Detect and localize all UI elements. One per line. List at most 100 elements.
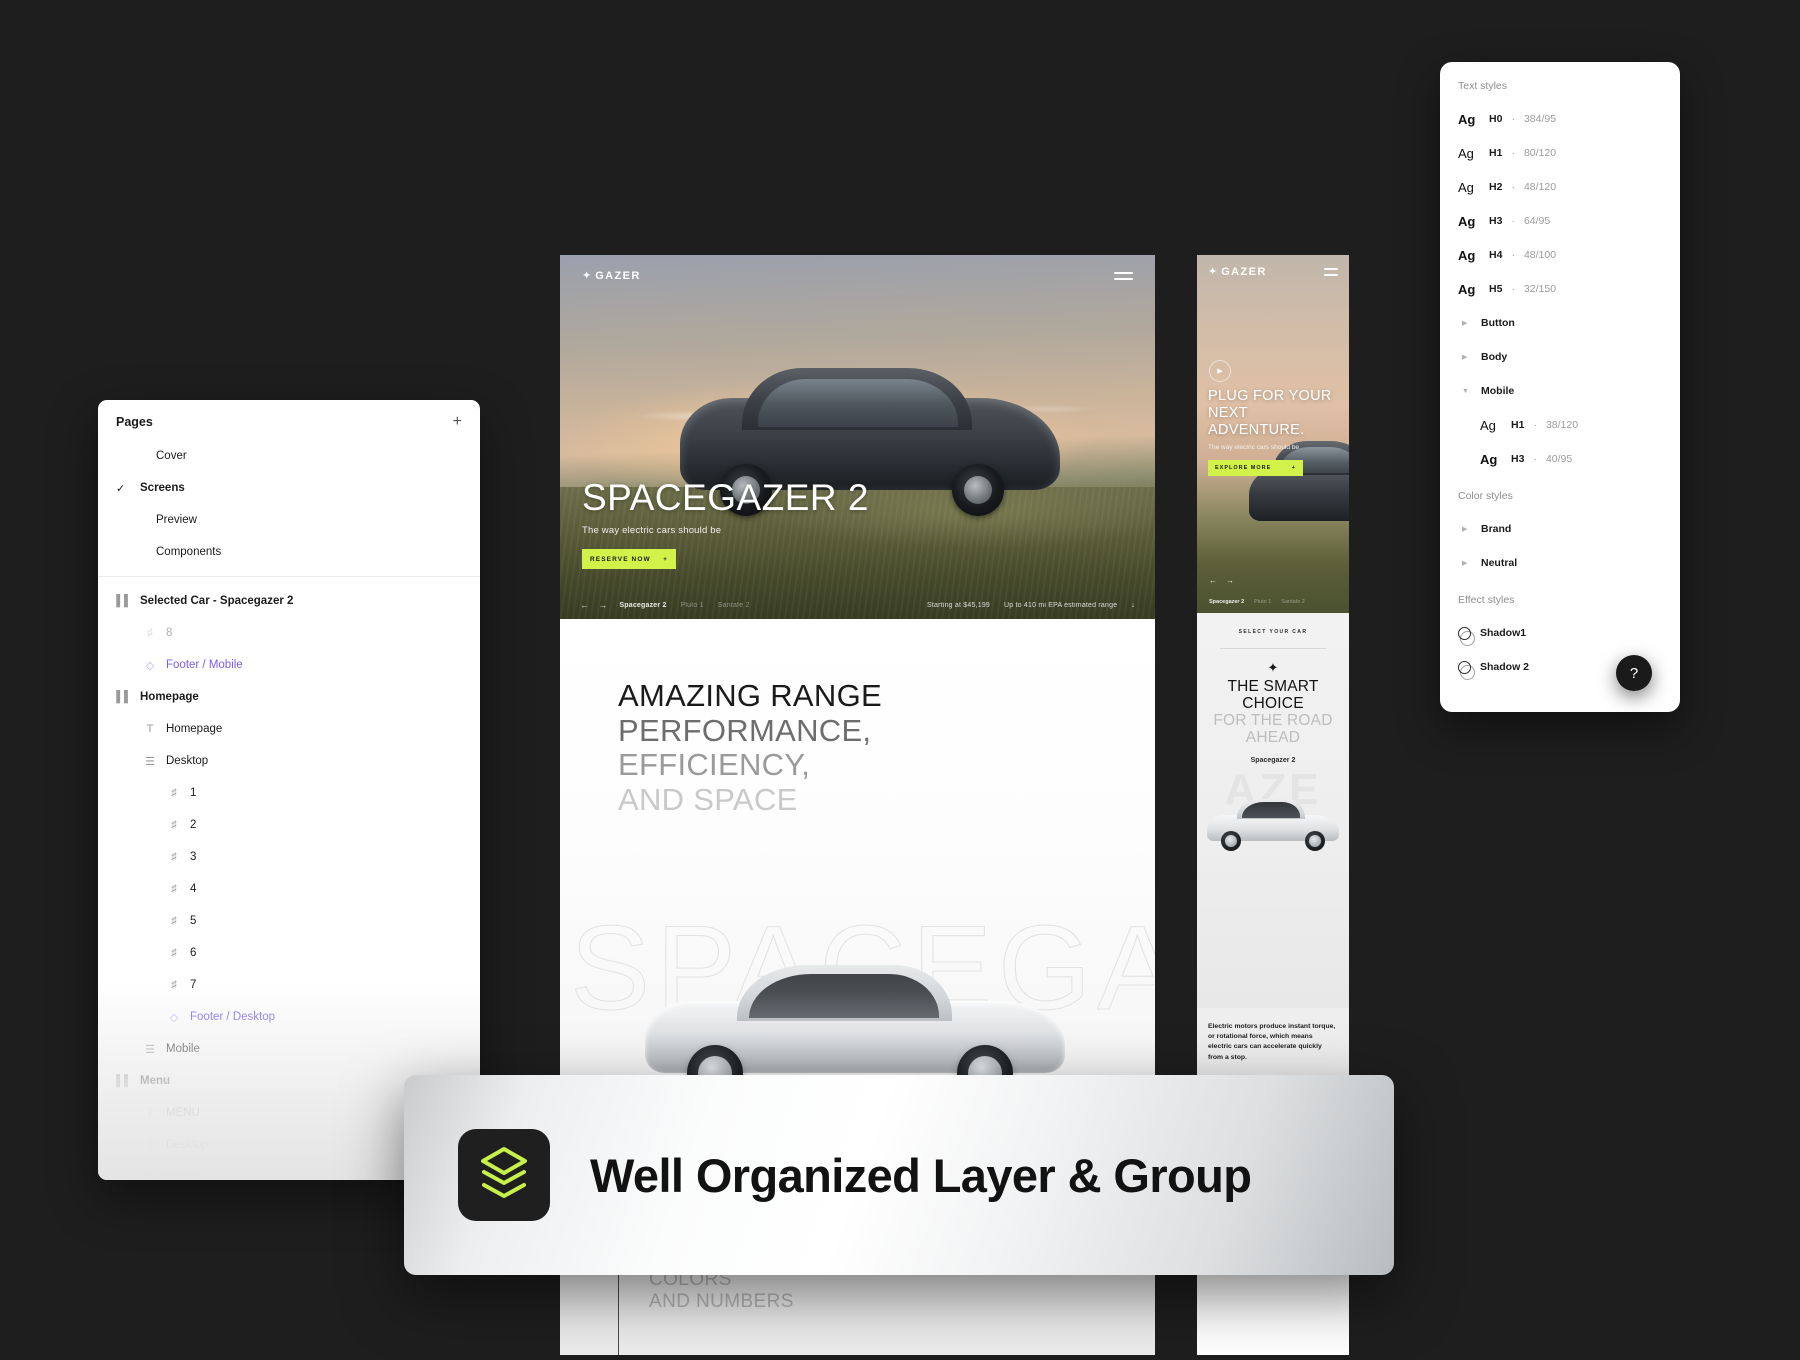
style-size: 38/120 bbox=[1546, 419, 1578, 431]
color-folder-neutral[interactable]: ▶ Neutral bbox=[1440, 546, 1680, 580]
hamburger-icon[interactable] bbox=[1114, 272, 1133, 280]
next-arrow-icon[interactable]: → bbox=[1226, 576, 1234, 585]
layer-label: 1 bbox=[190, 787, 196, 799]
brand-name: GAZER bbox=[595, 270, 641, 282]
prev-arrow-icon[interactable]: ← bbox=[580, 600, 589, 610]
folder-label: Button bbox=[1481, 317, 1515, 329]
effect-style-row-shadow1[interactable]: Shadow1 bbox=[1440, 616, 1680, 650]
explore-more-button[interactable]: EXPLORE MORE + bbox=[1208, 460, 1303, 476]
style-size: 80/120 bbox=[1524, 147, 1556, 159]
layer-row-frame-6[interactable]: ♯ 6 bbox=[98, 937, 480, 969]
mobile-model-tab-santafe-2[interactable]: Santafe 2 bbox=[1281, 599, 1305, 605]
range-text: Up to 410 mi EPA estimated range bbox=[1004, 602, 1117, 609]
page-item-screens[interactable]: ✓ Screens bbox=[98, 472, 480, 504]
folder-label: Neutral bbox=[1481, 557, 1517, 569]
range-line-3: EFFICIENCY, bbox=[618, 748, 882, 783]
model-tab-spacegazer-2[interactable]: Spacegazer 2 bbox=[619, 602, 666, 609]
layer-label: 6 bbox=[190, 947, 196, 959]
model-tab-santafe-2[interactable]: Santafe 2 bbox=[718, 602, 750, 609]
layer-label: 2 bbox=[190, 819, 196, 831]
style-name: H2 bbox=[1489, 181, 1502, 193]
layer-label: 4 bbox=[190, 883, 196, 895]
page-item-cover[interactable]: Cover bbox=[98, 440, 480, 472]
layer-row-frame-1[interactable]: ♯ 1 bbox=[98, 777, 480, 809]
shadow-icon bbox=[1458, 661, 1471, 674]
style-name: H4 bbox=[1489, 249, 1502, 261]
range-line-2: PERFORMANCE, bbox=[618, 714, 882, 749]
grid-icon: ♯ bbox=[142, 1171, 158, 1180]
text-style-row-h4[interactable]: Ag H4 · 48/100 bbox=[1440, 238, 1680, 272]
text-style-row-h3[interactable]: Ag H3 · 64/95 bbox=[1440, 204, 1680, 238]
layer-label: 3 bbox=[190, 851, 196, 863]
layer-row-selected-car[interactable]: ▌▌ Selected Car - Spacegazer 2 bbox=[98, 585, 480, 617]
list-icon: ☰ bbox=[142, 1043, 158, 1056]
layer-row-homepage-text[interactable]: T Homepage bbox=[98, 713, 480, 745]
style-meta: · bbox=[1511, 147, 1515, 159]
style-name: H1 bbox=[1489, 147, 1502, 159]
select-your-car-kicker: SELECT YOUR CAR bbox=[1197, 629, 1349, 635]
page-item-components[interactable]: Components bbox=[98, 536, 480, 568]
grid-icon: ♯ bbox=[166, 787, 182, 799]
brand-logo[interactable]: ✦ GAZER bbox=[582, 270, 641, 282]
mobile-hamburger-icon[interactable] bbox=[1324, 268, 1338, 276]
hero-subtitle: The way electric cars should be bbox=[582, 525, 869, 536]
layer-row-desktop-group[interactable]: ☰ Desktop bbox=[98, 745, 480, 777]
mobile-brand-logo[interactable]: ✦ GAZER bbox=[1208, 266, 1267, 278]
layer-row-homepage-section[interactable]: ▌▌ Homepage bbox=[98, 681, 480, 713]
help-button[interactable]: ? bbox=[1616, 655, 1652, 691]
style-folder-button[interactable]: ▶ Button bbox=[1440, 306, 1680, 340]
grid-icon: ♯ bbox=[166, 915, 182, 927]
mobile-style-row-h1[interactable]: Ag H1 · 38/120 bbox=[1440, 408, 1680, 442]
effect-styles-title: Effect styles bbox=[1440, 594, 1680, 606]
play-icon[interactable]: ▶ bbox=[1209, 360, 1231, 382]
layer-row-frame-3[interactable]: ♯ 3 bbox=[98, 841, 480, 873]
style-size: 32/150 bbox=[1524, 283, 1556, 295]
style-folder-mobile[interactable]: ▼ Mobile bbox=[1440, 374, 1680, 408]
style-meta: · bbox=[1511, 215, 1515, 227]
layer-row-frame-4[interactable]: ♯ 4 bbox=[98, 873, 480, 905]
ag-sample: Ag bbox=[1458, 248, 1480, 263]
layer-row-frame-7[interactable]: ♯ 7 bbox=[98, 969, 480, 1001]
text-style-row-h1[interactable]: Ag H1 · 80/120 bbox=[1440, 136, 1680, 170]
page-item-preview[interactable]: Preview bbox=[98, 504, 480, 536]
layer-row-frame-5[interactable]: ♯ 5 bbox=[98, 905, 480, 937]
layer-row-frame-2[interactable]: ♯ 2 bbox=[98, 809, 480, 841]
layer-row-8[interactable]: ♯ 8 bbox=[98, 617, 480, 649]
check-icon: ✓ bbox=[116, 482, 132, 495]
text-style-row-h0[interactable]: Ag H0 · 384/95 bbox=[1440, 102, 1680, 136]
plus-icon[interactable]: + bbox=[453, 414, 462, 430]
next-arrow-icon[interactable]: → bbox=[598, 600, 607, 610]
text-style-row-h2[interactable]: Ag H2 · 48/120 bbox=[1440, 170, 1680, 204]
prev-arrow-icon[interactable]: ← bbox=[1209, 576, 1217, 585]
style-size: 64/95 bbox=[1524, 215, 1550, 227]
layer-label: 5 bbox=[190, 915, 196, 927]
layer-row-mobile-group[interactable]: ☰ Mobile bbox=[98, 1033, 480, 1065]
frame-icon: ▌▌ bbox=[116, 1075, 132, 1087]
mobile-model-tab-pluto-1[interactable]: Pluto 1 bbox=[1254, 599, 1271, 605]
mobile-style-row-h3[interactable]: Ag H3 · 40/95 bbox=[1440, 442, 1680, 476]
mobile-smart-choice-section: SELECT YOUR CAR ✦ THE SMART CHOICE FOR T… bbox=[1197, 613, 1349, 1008]
folder-label: Mobile bbox=[1481, 385, 1514, 397]
specs-paragraph: Electric motors produce instant torque, … bbox=[1208, 1022, 1338, 1063]
style-meta: · bbox=[1511, 113, 1515, 125]
scroll-down-icon[interactable]: ↓ bbox=[1131, 602, 1135, 609]
ag-sample: Ag bbox=[1458, 180, 1480, 195]
layer-label: Homepage bbox=[166, 723, 222, 735]
color-folder-brand[interactable]: ▶ Brand bbox=[1440, 512, 1680, 546]
grid-icon: ♯ bbox=[166, 883, 182, 895]
pages-title: Pages bbox=[116, 415, 153, 429]
layer-row-footer-mobile[interactable]: ◇ Footer / Mobile bbox=[98, 649, 480, 681]
ag-sample: Ag bbox=[1480, 418, 1502, 433]
model-tab-pluto-1[interactable]: Pluto 1 bbox=[681, 602, 704, 609]
layer-row-footer-desktop[interactable]: ◇ Footer / Desktop bbox=[98, 1001, 480, 1033]
color-styles-title: Color styles bbox=[1440, 490, 1680, 502]
reserve-now-button[interactable]: RESERVE NOW + bbox=[582, 549, 676, 569]
pages-panel-header: Pages + bbox=[98, 400, 480, 440]
style-folder-body[interactable]: ▶ Body bbox=[1440, 340, 1680, 374]
effect-label: Shadow 2 bbox=[1480, 661, 1529, 673]
style-size: 48/100 bbox=[1524, 249, 1556, 261]
text-style-row-h5[interactable]: Ag H5 · 32/150 bbox=[1440, 272, 1680, 306]
mobile-model-tab-spacegazer-2[interactable]: Spacegazer 2 bbox=[1209, 599, 1244, 605]
app-canvas: ✦ GAZER SPACEGAZER 2 The way electric ca… bbox=[0, 0, 1800, 1360]
grid-icon: ♯ bbox=[166, 819, 182, 831]
